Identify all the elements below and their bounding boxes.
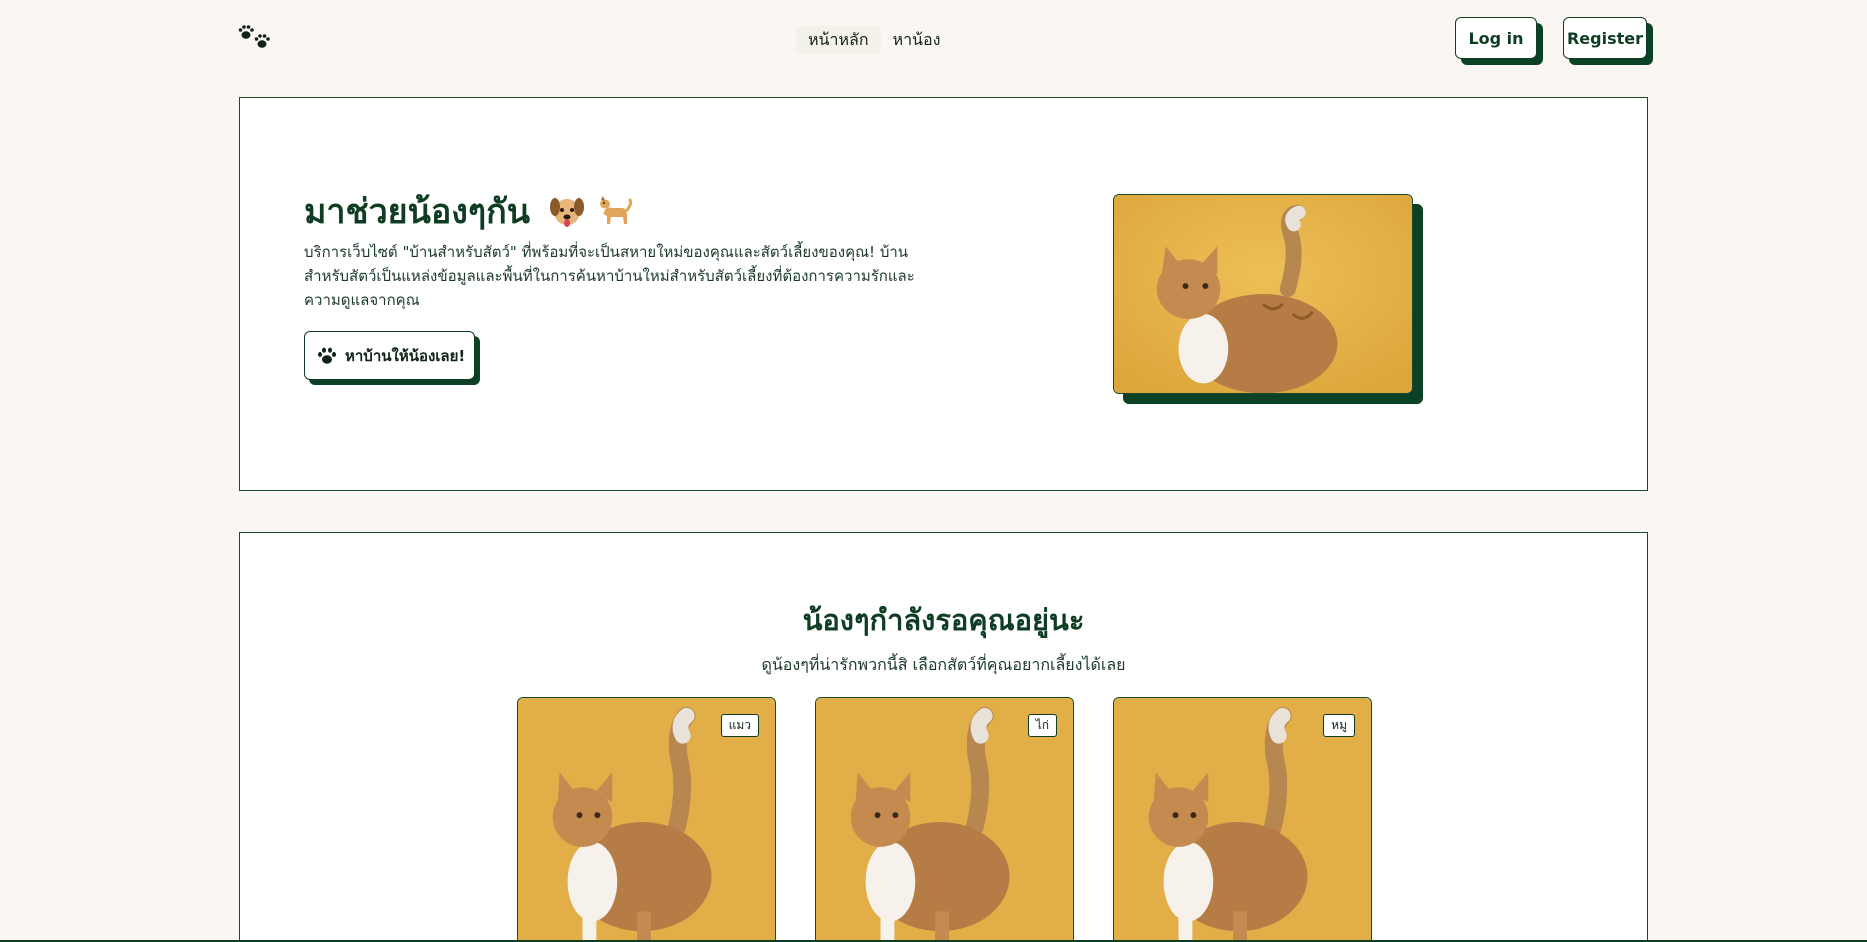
- pet-card[interactable]: ไก่: [815, 697, 1074, 942]
- pet-type-tag: หมู: [1323, 714, 1355, 737]
- nav-find-pet[interactable]: หาน้อง: [881, 26, 953, 55]
- paw-icon: [318, 347, 336, 364]
- page: หน้าหลัก หาน้อง Log in Register มาช่วยน้…: [0, 0, 1867, 942]
- pet-card[interactable]: แมว: [517, 697, 776, 942]
- hero-title-text: มาช่วยน้องๆกัน: [304, 192, 530, 232]
- pet-type-tag: ไก่: [1027, 714, 1057, 737]
- pets-section: น้องๆกำลังรอคุณอยู่นะ ดูน้องๆที่น่ารักพว…: [239, 532, 1648, 942]
- pets-title: น้องๆกำลังรอคุณอยู่นะ: [802, 603, 1085, 637]
- pets-subtitle: ดูน้องๆที่น่ารักพวกนี้สิ เลือกสัตว์ที่คุ…: [761, 655, 1126, 674]
- hero-title: มาช่วยน้องๆกัน: [304, 184, 634, 238]
- hero-description: บริการเว็บไซต์ "บ้านสำหรับสัตว์" ที่พร้อ…: [304, 243, 915, 309]
- dog-icon: [599, 196, 633, 224]
- find-home-label: หาบ้านให้น้องเลย!: [345, 346, 466, 365]
- login-button[interactable]: Log in: [1455, 17, 1537, 59]
- pet-type-tag: แมว: [720, 714, 759, 737]
- orange-cat-photo: [1113, 194, 1413, 394]
- paw-prints-logo-icon[interactable]: [238, 24, 272, 52]
- pet-card[interactable]: หมู: [1113, 697, 1372, 942]
- hero-section: มาช่วยน้องๆกัน บริการเว็บไซต์ "บ้านสำหรั…: [239, 97, 1648, 491]
- main-nav: หน้าหลัก หาน้อง: [796, 26, 952, 55]
- register-button[interactable]: Register: [1563, 17, 1647, 59]
- hero-emoji-group: [548, 192, 634, 230]
- hero-image: [1113, 194, 1423, 404]
- nav-home[interactable]: หน้าหลัก: [796, 26, 881, 55]
- dog-face-icon: [549, 198, 584, 227]
- find-home-button[interactable]: หาบ้านให้น้องเลย!: [304, 331, 475, 380]
